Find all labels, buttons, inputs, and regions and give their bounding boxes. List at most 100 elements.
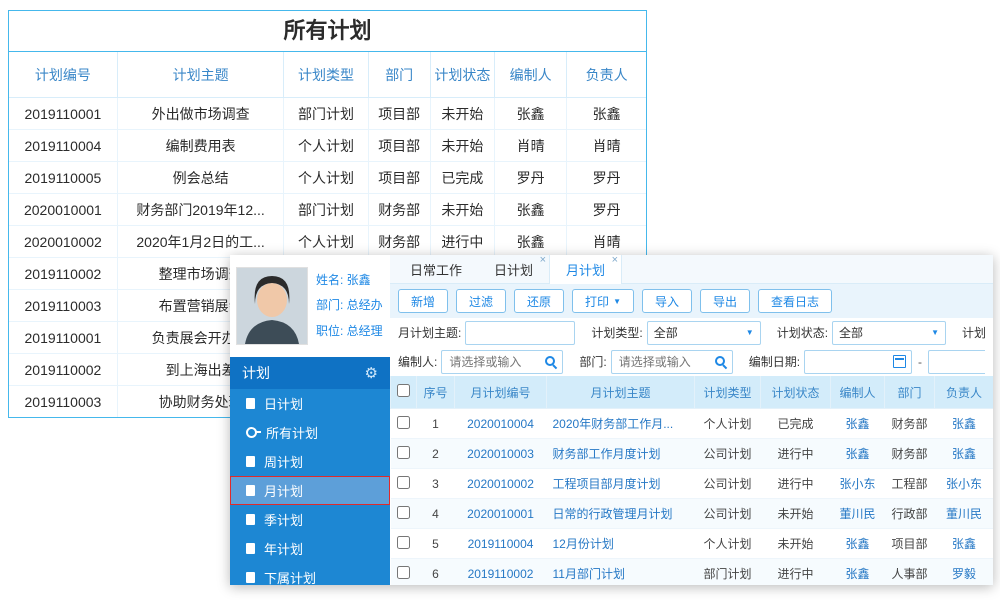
cell-plan-topic[interactable]: 财务部工作月度计划 xyxy=(546,438,695,469)
table-row[interactable]: 4 2020010001 日常的行政管理月计划 公司计划 未开始 董川民 行政部 董川民 xyxy=(390,498,993,529)
table-row[interactable]: 5 2019110004 12月份计划 个人计划 未开始 张鑫 项目部 张鑫 xyxy=(390,528,993,559)
table-row[interactable]: 6 2019110002 11月部门计划 部门计划 进行中 张鑫 人事部 罗毅 xyxy=(390,558,993,585)
plan-table-wrap: 序号 月计划编号 月计划主题 计划类型 计划状态 编制人 部门 负责人 1 2020010004… xyxy=(390,376,993,585)
cell-compiler[interactable]: 张鑫 xyxy=(830,408,885,439)
table-row[interactable]: 2019110001 外出做市场调查 部门计划 项目部 未开始 张鑫 张鑫 xyxy=(9,97,646,130)
sidebar-item-label: 日计划 xyxy=(264,397,304,412)
table-cell: 外出做市场调查 xyxy=(116,97,285,130)
sidebar-item-subordinate-plans[interactable]: 下属计划 xyxy=(230,563,390,585)
table-cell: 例会总结 xyxy=(116,161,285,194)
sidebar-item-daily-plan[interactable]: 日计划 xyxy=(230,389,390,418)
status-filter-label: 计划状态: xyxy=(776,326,829,340)
tab-monthly-plan[interactable]: 月计划 × xyxy=(549,255,623,284)
topic-filter-input[interactable] xyxy=(465,320,576,345)
cell-plan-topic[interactable]: 2020年财务部工作月... xyxy=(546,408,695,439)
cell-plan-topic[interactable]: 工程项目部月度计划 xyxy=(546,468,695,499)
table-row[interactable]: 2020010002 2020年1月2日的工... 个人计划 财务部 进行中 张鑫 肖晴 xyxy=(9,225,646,258)
column-header: 编制人 xyxy=(830,376,885,409)
cell-plan-status: 未开始 xyxy=(760,498,831,529)
table-cell: 个人计划 xyxy=(283,161,369,194)
cell-plan-number[interactable]: 2020010001 xyxy=(454,498,547,529)
cell-owner[interactable]: 罗毅 xyxy=(934,558,993,585)
search-icon[interactable] xyxy=(545,355,557,368)
cell-plan-type: 个人计划 xyxy=(694,408,761,439)
cell-owner[interactable]: 张鑫 xyxy=(934,528,993,559)
table-cell: 2020年1月2日的工... xyxy=(116,225,285,258)
cell-compiler[interactable]: 张小东 xyxy=(830,468,885,499)
view-logs-button[interactable]: 查看日志 xyxy=(758,289,833,313)
table-row[interactable]: 2020010001 财务部门2019年12... 部门计划 财务部 未开始 张鑫 罗丹 xyxy=(9,193,646,226)
export-button[interactable]: 导出 xyxy=(700,289,751,313)
cell-owner[interactable]: 董川民 xyxy=(934,498,993,529)
filter-panel: 月计划主题: 计划类型: 全部 ▼ 计划状态: 全部 ▼ 计划日期: 编制人: xyxy=(390,318,993,376)
cell-plan-number[interactable]: 2019110004 xyxy=(454,528,547,559)
cell-plan-topic[interactable]: 11月部门计划 xyxy=(546,558,695,585)
table-row[interactable]: 1 2020010004 2020年财务部工作月... 个人计划 已完成 张鑫 财务部 张鑫 xyxy=(390,408,993,439)
cell-plan-type: 公司计划 xyxy=(694,498,761,529)
print-button[interactable]: 打印 ▼ xyxy=(572,289,634,313)
cell-plan-number[interactable]: 2020010003 xyxy=(454,438,547,469)
column-header: 负责人 xyxy=(566,52,646,98)
compiler-filter-input[interactable] xyxy=(447,353,546,370)
table-cell: 罗丹 xyxy=(566,161,646,194)
cell-owner[interactable]: 张鑫 xyxy=(934,438,993,469)
cell-compiler[interactable]: 董川民 xyxy=(830,498,885,529)
row-select-cell xyxy=(390,438,417,469)
cell-plan-number[interactable]: 2019110002 xyxy=(454,558,547,585)
table-cell: 财务部 xyxy=(367,193,431,226)
compile-date-start-input[interactable] xyxy=(810,353,894,370)
filter-row-1: 月计划主题: 计划类型: 全部 ▼ 计划状态: 全部 ▼ 计划日期: xyxy=(398,318,985,347)
cell-no: 1 xyxy=(416,408,455,439)
row-checkbox[interactable] xyxy=(397,505,410,519)
cell-compiler[interactable]: 张鑫 xyxy=(830,528,885,559)
compile-date-end-input[interactable] xyxy=(934,353,985,370)
cell-plan-number[interactable]: 2020010004 xyxy=(454,408,547,439)
column-header: 编制人 xyxy=(493,52,568,98)
type-filter-select[interactable]: 全部 ▼ xyxy=(646,320,761,345)
search-icon[interactable] xyxy=(714,355,727,368)
dept-filter-searchbox xyxy=(610,349,733,374)
sidebar-item-annual-plan[interactable]: 年计划 xyxy=(230,534,390,563)
cell-plan-number[interactable]: 2020010002 xyxy=(454,468,547,499)
sidebar-item-weekly-plan[interactable]: 周计划 xyxy=(230,447,390,476)
sidebar: 姓名: 张鑫 部门: 总经办 职位: 总经理 计划 ⚙ 日计划 所有计划 周计划 月计… xyxy=(230,255,390,585)
sidebar-item-quarterly-plan[interactable]: 季计划 xyxy=(230,505,390,534)
cell-plan-topic[interactable]: 12月份计划 xyxy=(546,528,695,559)
column-header: 计划类型 xyxy=(283,52,369,98)
row-checkbox[interactable] xyxy=(397,445,410,459)
gear-icon[interactable]: ⚙ xyxy=(365,364,378,382)
row-checkbox[interactable] xyxy=(397,565,410,579)
close-icon[interactable]: × xyxy=(612,255,618,266)
plan-manager-window: 姓名: 张鑫 部门: 总经办 职位: 总经理 计划 ⚙ 日计划 所有计划 周计划 月计… xyxy=(230,255,993,585)
cell-plan-topic[interactable]: 日常的行政管理月计划 xyxy=(546,498,695,529)
select-all-checkbox[interactable] xyxy=(397,384,410,397)
add-button[interactable]: 新增 xyxy=(398,289,449,313)
tab-daily-plan[interactable]: 日计划 × xyxy=(478,255,549,283)
tab-daily-work[interactable]: 日常工作 xyxy=(394,255,478,283)
restore-button[interactable]: 还原 xyxy=(514,289,565,313)
profile-card: 姓名: 张鑫 部门: 总经办 职位: 总经理 xyxy=(230,255,390,357)
row-checkbox[interactable] xyxy=(397,535,410,549)
cell-owner[interactable]: 张鑫 xyxy=(934,408,993,439)
cell-compiler[interactable]: 张鑫 xyxy=(830,438,885,469)
table-cell: 张鑫 xyxy=(493,193,568,226)
close-icon[interactable]: × xyxy=(540,255,546,266)
status-filter-select[interactable]: 全部 ▼ xyxy=(832,320,947,345)
table-row[interactable]: 2019110004 编制费用表 个人计划 项目部 未开始 肖晴 肖晴 xyxy=(9,129,646,162)
calendar-icon[interactable] xyxy=(893,355,907,368)
table-row[interactable]: 2 2020010003 财务部工作月度计划 公司计划 进行中 张鑫 财务部 张鑫 xyxy=(390,438,993,469)
table-cell: 肖晴 xyxy=(493,129,568,162)
import-button[interactable]: 导入 xyxy=(641,289,692,313)
filter-button[interactable]: 过滤 xyxy=(456,289,507,313)
row-checkbox[interactable] xyxy=(397,475,410,489)
cell-compiler[interactable]: 张鑫 xyxy=(830,558,885,585)
sidebar-item-all-plans[interactable]: 所有计划 xyxy=(230,418,390,447)
table-cell: 2019110002 xyxy=(9,257,118,290)
file-icon xyxy=(246,514,255,525)
dept-filter-input[interactable] xyxy=(616,353,715,370)
table-row[interactable]: 3 2020010002 工程项目部月度计划 公司计划 进行中 张小东 工程部 张小东 xyxy=(390,468,993,499)
sidebar-item-monthly-plan[interactable]: 月计划 xyxy=(230,476,390,505)
cell-owner[interactable]: 张小东 xyxy=(934,468,993,499)
table-row[interactable]: 2019110005 例会总结 个人计划 项目部 已完成 罗丹 罗丹 xyxy=(9,161,646,194)
row-checkbox[interactable] xyxy=(397,415,410,429)
